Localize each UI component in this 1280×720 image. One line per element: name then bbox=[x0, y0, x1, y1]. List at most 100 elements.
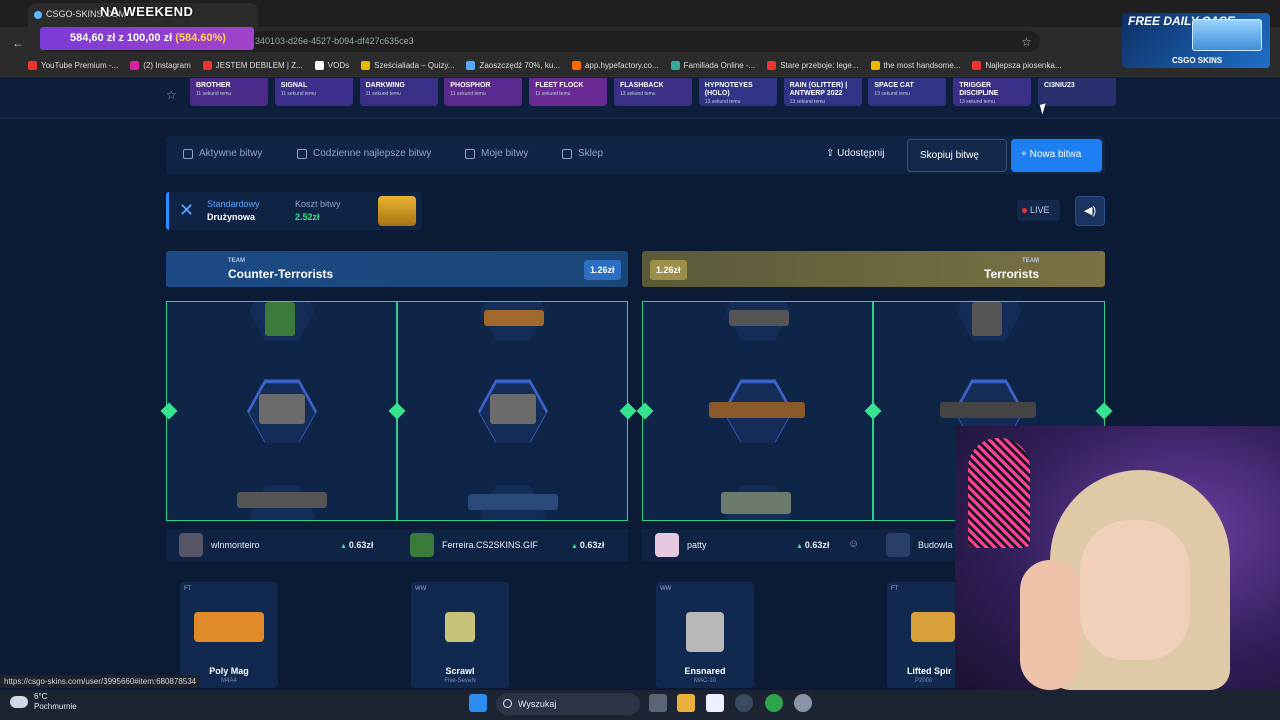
item-quality: WW bbox=[415, 586, 427, 592]
nav-active-battles[interactable]: Aktywne bitwy bbox=[183, 148, 262, 159]
bookmark-favicon-icon bbox=[571, 61, 581, 70]
item-weapon-icon bbox=[194, 612, 264, 642]
item-sub: MAC-10 bbox=[693, 678, 716, 684]
live-drop-card[interactable]: CI3NIU23 bbox=[1038, 78, 1116, 106]
nav-shop[interactable]: Sklep bbox=[562, 148, 603, 159]
weather-temp: 6°C bbox=[34, 692, 48, 701]
drop-name: SPACE CAT bbox=[874, 82, 914, 89]
bookmark-item[interactable]: Stare przeboje: lege... bbox=[767, 61, 859, 70]
bookmark-item[interactable]: JESTEM DEBILEM | Z... bbox=[202, 61, 303, 70]
live-drop-card[interactable]: RAIN (GLITTER) | ANTWERP 2022 13 sekund t… bbox=[783, 78, 862, 106]
drop-name: HYPNOTEYES (HOLO) bbox=[704, 82, 753, 97]
item-name: Scrawl bbox=[445, 666, 475, 676]
item-weapon-icon bbox=[445, 612, 475, 642]
bookmark-star-icon[interactable]: ☆ bbox=[1021, 35, 1032, 49]
cloud-icon bbox=[10, 696, 28, 708]
bookmark-item[interactable]: (2) Instagram bbox=[130, 61, 191, 70]
promo-brand: CSGO SKINS bbox=[1172, 56, 1223, 65]
case-thumbnail[interactable] bbox=[378, 196, 416, 226]
copy-label: Skopiuj bitwę bbox=[920, 150, 979, 161]
nav-my-battles[interactable]: Moje bitwy bbox=[465, 148, 528, 159]
profit-of: z 100,00 zł bbox=[118, 32, 173, 44]
start-menu-icon[interactable] bbox=[469, 694, 487, 712]
player-row[interactable]: wlnmonteiro 0.63zł bbox=[166, 529, 397, 561]
drop-time: 11 sekund temu bbox=[535, 91, 571, 97]
mode-value: Drużynowa bbox=[207, 212, 256, 222]
bookmark-item[interactable]: app.hypefactory.co... bbox=[571, 61, 659, 70]
bookmark-label: Sześcialiada – Quizy... bbox=[374, 61, 455, 70]
player-name: patty bbox=[687, 540, 707, 550]
avatar bbox=[179, 533, 203, 557]
taskbar-search[interactable]: Wyszukaj bbox=[496, 693, 640, 715]
bookmark-label: YouTube Premium -... bbox=[41, 61, 119, 70]
live-drop-card[interactable]: HYPNOTEYES (HOLO) 13 sekund temu bbox=[698, 78, 777, 106]
new-battle-button[interactable]: + Nowa bitwa bbox=[1011, 139, 1102, 172]
drop-time: 13 sekund temu bbox=[874, 91, 910, 97]
sound-toggle-button[interactable]: ◀) bbox=[1075, 196, 1105, 226]
avatar bbox=[410, 533, 434, 557]
item-card[interactable]: WW Ensnared MAC-10 bbox=[656, 582, 754, 688]
drop-time: 13 sekund temu bbox=[789, 99, 826, 105]
emoji-icon[interactable]: ☺ bbox=[848, 538, 859, 550]
item-quality: FT bbox=[184, 586, 192, 592]
app-icon[interactable] bbox=[735, 694, 753, 712]
file-explorer-icon[interactable] bbox=[677, 694, 695, 712]
item-card[interactable]: FT Poly Mag M4A4 bbox=[180, 582, 278, 688]
bookmark-item[interactable]: YouTube Premium -... bbox=[28, 61, 118, 70]
share-button[interactable]: ⇪ Udostępnij bbox=[826, 148, 884, 159]
live-drop-card[interactable]: BROTHER 11 sekund temu bbox=[190, 78, 268, 106]
item-card[interactable]: WW Scrawl Five-SeveN bbox=[411, 582, 509, 688]
live-drop-card[interactable]: FLEET FLOCK 11 sekund temu bbox=[529, 78, 608, 106]
nav-label: Sklep bbox=[578, 148, 604, 159]
bookmark-item[interactable]: Najlepsza piosenka... bbox=[972, 61, 1061, 70]
crossed-swords-icon: ✕ bbox=[179, 200, 195, 220]
t-team-header: 1.26zł TEAM Terrorists bbox=[642, 251, 1105, 287]
live-drop-card[interactable]: DARKWING 11 sekund temu bbox=[359, 78, 438, 106]
weapon-icon bbox=[265, 302, 295, 336]
live-drop-card[interactable]: SPACE CAT 13 sekund temu bbox=[868, 78, 947, 106]
live-drop-card[interactable]: TRIGGER DISCIPLINE 13 sekund temu bbox=[953, 78, 1032, 106]
bookmark-label: Familiada Online -... bbox=[683, 61, 756, 70]
site-favicon-icon bbox=[34, 11, 42, 19]
weather-widget[interactable]: 6°C Pochmurnie bbox=[8, 692, 77, 712]
favorite-star-icon[interactable]: ☆ bbox=[166, 88, 177, 102]
player-name: Ferreira.CS2SKINS.GIF bbox=[442, 540, 539, 550]
player-row[interactable]: patty 0.63zł ☺ bbox=[642, 529, 873, 561]
nav-label: Aktywne bitwy bbox=[199, 148, 263, 159]
live-drop-card[interactable]: FLASHBACK 13 sekund temu bbox=[614, 78, 692, 106]
chrome-icon[interactable] bbox=[765, 694, 783, 712]
live-drop-card[interactable]: SIGNAL 11 sekund temu bbox=[274, 78, 353, 106]
live-indicator: LIVE bbox=[1017, 200, 1060, 221]
live-drop-card[interactable]: PHOSPHOR 11 sekund temu bbox=[444, 78, 523, 106]
avatar bbox=[655, 533, 679, 557]
bookmark-item[interactable]: Familiada Online -... bbox=[670, 61, 756, 70]
bookmark-favicon-icon bbox=[202, 61, 212, 70]
ct-team-value: 1.26zł bbox=[584, 260, 621, 280]
live-label: LIVE bbox=[1030, 205, 1050, 215]
streamer-hand bbox=[1020, 560, 1080, 690]
status-url: https://csgo-skins.com/user/3995660#item… bbox=[0, 675, 200, 688]
bookmark-favicon-icon bbox=[466, 61, 476, 70]
settings-gear-icon[interactable] bbox=[794, 694, 812, 712]
copy-battle-button[interactable]: Skopiuj bitwę bbox=[907, 139, 1007, 172]
taskbar bbox=[0, 690, 1280, 720]
task-view-icon[interactable] bbox=[649, 694, 667, 712]
bookmark-item[interactable]: Zaoszczędź 70%, ku... bbox=[466, 61, 560, 70]
player-name: Budowla bbox=[918, 540, 953, 550]
player-row[interactable]: Budowla bbox=[873, 529, 955, 561]
player-row[interactable]: Ferreira.CS2SKINS.GIF 0.63zł bbox=[397, 529, 628, 561]
bookmark-item[interactable]: VODs bbox=[314, 61, 349, 70]
bookmark-item[interactable]: Sześcialiada – Quizy... bbox=[361, 61, 454, 70]
store-icon[interactable] bbox=[706, 694, 724, 712]
bookmark-favicon-icon bbox=[361, 61, 371, 70]
stream-overlay-title: NA WEEKEND bbox=[100, 4, 194, 19]
back-arrow-icon[interactable]: ← bbox=[12, 36, 24, 50]
item-name: Ensnared bbox=[684, 666, 726, 676]
nav-daily-best[interactable]: Codzienne najlepsze bitwy bbox=[297, 148, 431, 159]
drop-name: RAIN (GLITTER) | ANTWERP 2022 bbox=[789, 82, 848, 97]
reel-player-2 bbox=[397, 301, 628, 521]
bookmark-label: app.hypefactory.co... bbox=[584, 61, 659, 70]
bookmark-item[interactable]: the most handsome... bbox=[870, 61, 960, 70]
weapon-icon bbox=[729, 310, 789, 326]
item-card[interactable]: FT Lifted Spir P2000 bbox=[887, 582, 955, 688]
